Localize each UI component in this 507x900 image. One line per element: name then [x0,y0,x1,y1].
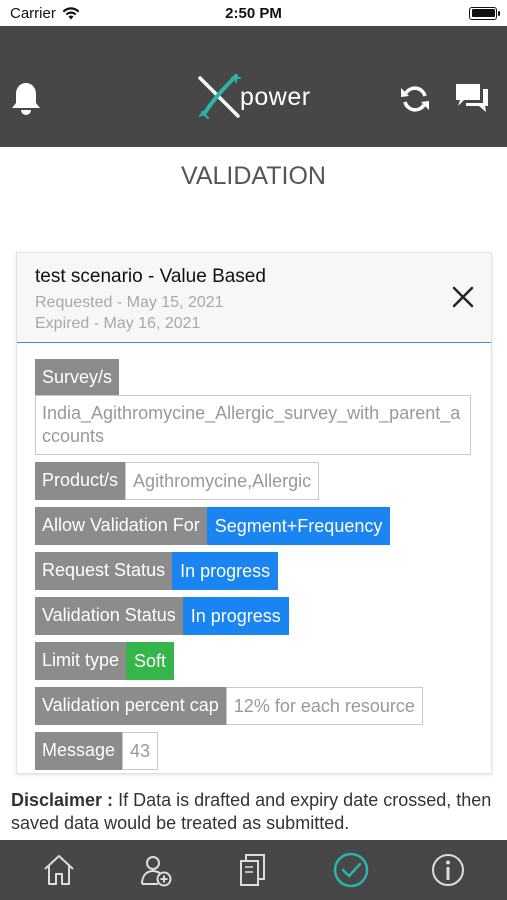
survey-value: India_Agithromycine_Allergic_survey_with… [35,395,471,455]
scenario-title: test scenario - Value Based [35,266,266,287]
logo-text: power [240,82,311,111]
page-title: VALIDATION [181,162,326,190]
limit-type-label: Limit type [35,642,127,680]
add-user-icon [141,856,172,887]
tab-bar [0,840,507,900]
status-bar: Carrier 2:50 PM [0,0,507,26]
percent-cap-value: 12% for each resource [225,687,423,725]
tab-home[interactable] [39,850,79,890]
request-status-field: Request Status In progress [35,552,475,590]
validation-card: test scenario - Value Based Requested - … [16,252,492,774]
field-list: Survey/s India_Agithromycine_Allergic_su… [35,359,475,777]
message-label: Message [35,732,123,770]
tab-add-user[interactable] [136,850,176,890]
info-icon [432,854,465,886]
requested-date: Requested - May 15, 2021 [35,294,224,311]
allow-validation-label: Allow Validation For [35,507,207,545]
carrier-label: Carrier [10,4,56,22]
limit-type-field: Limit type Soft [35,642,475,680]
tab-documents[interactable] [233,850,273,890]
message-value: 43 [122,732,159,770]
validation-status-field: Validation Status In progress [35,597,475,635]
documents-icon [240,854,266,886]
percent-cap-field: Validation percent cap 12% for each reso… [35,687,475,725]
xpower-logo-mark [198,74,241,119]
home-icon [44,855,74,885]
tab-info[interactable] [428,850,468,890]
survey-field: Survey/s India_Agithromycine_Allergic_su… [35,359,475,455]
sync-icon[interactable] [398,82,432,116]
bell-icon[interactable] [10,81,42,117]
request-status-label: Request Status [35,552,173,590]
chat-icon[interactable] [454,82,490,116]
survey-label: Survey/s [35,359,120,395]
tab-validation[interactable] [331,850,371,890]
product-field: Product/s Agithromycine,Allergic [35,462,475,500]
card-header: test scenario - Value Based Requested - … [17,253,491,343]
app-logo: power [196,74,311,120]
message-field: Message 43 [35,732,475,770]
request-status-badge: In progress [172,552,279,590]
limit-type-badge: Soft [126,642,175,680]
product-value: Agithromycine,Allergic [125,462,320,500]
check-circle-icon [333,852,369,888]
carrier-group: Carrier [10,5,80,22]
disclaimer-label: Disclaimer : [11,790,114,810]
allow-validation-field: Allow Validation For Segment+Frequency [35,507,475,545]
product-label: Product/s [35,462,126,500]
disclaimer: Disclaimer : If Data is drafted and expi… [11,789,501,835]
app-header: power [0,26,507,147]
wifi-icon [62,6,80,19]
close-icon[interactable] [449,283,477,311]
expired-date: Expired - May 16, 2021 [35,315,201,332]
validation-status-label: Validation Status [35,597,183,635]
validation-status-badge: In progress [182,597,289,635]
allow-validation-badge: Segment+Frequency [206,507,391,545]
battery-icon [469,6,500,20]
percent-cap-label: Validation percent cap [35,687,226,725]
